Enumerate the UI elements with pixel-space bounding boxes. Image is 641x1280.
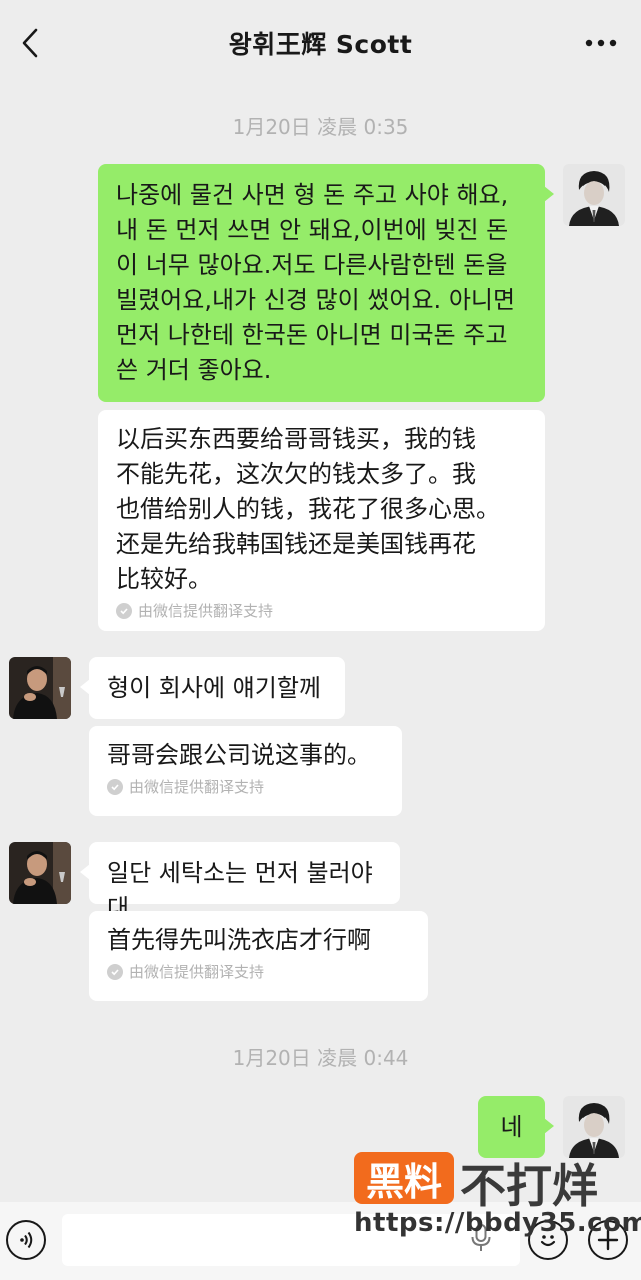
- message-text-line: 빌렸어요,내가 신경 많이 썼어요. 아니면: [116, 286, 516, 314]
- message-text-line: 나중에 물건 사면 형 돈 주고 사야 해요,: [116, 181, 509, 209]
- my-avatar[interactable]: [563, 164, 625, 226]
- my-avatar[interactable]: [563, 1096, 625, 1158]
- check-icon: [107, 964, 123, 980]
- translation-text-line: 不能先花，这次欠的钱太多了。我: [116, 460, 476, 488]
- message-text-line: 쓴 거더 좋아요.: [116, 356, 272, 384]
- translation-text-line: 也借给别人的钱，我花了很多心思。: [116, 495, 500, 523]
- translation-text-line: 以后买东西要给哥哥钱买，我的钱: [116, 425, 476, 453]
- more-button[interactable]: [581, 28, 621, 58]
- chat-header: 왕휘王辉 Scott: [0, 0, 641, 86]
- translation-note: 由微信提供翻译支持: [107, 777, 384, 797]
- more-dots-icon: [585, 39, 617, 47]
- watermark-badge: 黑料: [354, 1152, 454, 1204]
- sent-message-bubble[interactable]: 네: [478, 1096, 554, 1158]
- translation-note: 由微信提供翻译支持: [107, 962, 410, 982]
- translation-text: 首先得先叫洗衣店才行啊: [107, 926, 371, 954]
- translation-note-text: 由微信提供翻译支持: [138, 602, 274, 620]
- sent-message-bubble[interactable]: 나중에 물건 사면 형 돈 주고 사야 해요, 내 돈 먼저 쓰면 안 돼요,이…: [98, 164, 554, 402]
- chevron-left-icon: [22, 28, 38, 58]
- voice-button[interactable]: [6, 1220, 46, 1260]
- message-text-line: 이 너무 많아요.저도 다른사람한텐 돈을: [116, 251, 508, 279]
- translation-note-text: 由微信提供翻译支持: [129, 778, 265, 796]
- translation-card[interactable]: 首先得先叫洗衣店才行啊 由微信提供翻译支持: [89, 911, 428, 1001]
- translation-text-line: 比较好。: [116, 565, 212, 593]
- watermark-text: 不打烊: [460, 1159, 598, 1213]
- translation-note: 由微信提供翻译支持: [116, 601, 527, 621]
- chat-title: 왕휘王辉 Scott: [228, 30, 413, 59]
- message-text-line: 내 돈 먼저 쓰면 안 돼요,이번에 빚진 돈: [116, 216, 509, 244]
- translation-text: 哥哥会跟公司说这事的。: [107, 741, 371, 769]
- timestamp: 1月20日 凌晨 0:35: [232, 115, 409, 139]
- translation-card[interactable]: 以后买东西要给哥哥钱买，我的钱 不能先花，这次欠的钱太多了。我 也借给别人的钱，…: [98, 410, 545, 631]
- check-icon: [116, 603, 132, 619]
- message-text: 형이 회사에 얘기할께: [107, 674, 321, 702]
- translation-text-line: 还是先给我韩国钱还是美国钱再花: [116, 530, 476, 558]
- watermark: 黑料 不打烊 https://bbdy35.com: [354, 1150, 641, 1240]
- message-text-line: 먼저 나한테 한국돈 아니면 미국돈 주고: [116, 321, 508, 349]
- contact-avatar[interactable]: [9, 657, 71, 719]
- back-button[interactable]: [14, 26, 46, 60]
- translation-note-text: 由微信提供翻译支持: [129, 963, 265, 981]
- voice-icon: [20, 1231, 33, 1249]
- message-text: 네: [500, 1113, 523, 1141]
- timestamp: 1月20日 凌晨 0:44: [232, 1046, 409, 1070]
- translation-card[interactable]: 哥哥会跟公司说这事的。 由微信提供翻译支持: [89, 726, 402, 816]
- received-message-bubble[interactable]: 형이 회사에 얘기할께: [80, 657, 345, 719]
- watermark-url: https://bbdy35.com: [354, 1208, 641, 1238]
- contact-avatar[interactable]: [9, 842, 71, 904]
- received-message-bubble[interactable]: 일단 세탁소는 먼저 불러야대: [80, 842, 400, 922]
- check-icon: [107, 779, 123, 795]
